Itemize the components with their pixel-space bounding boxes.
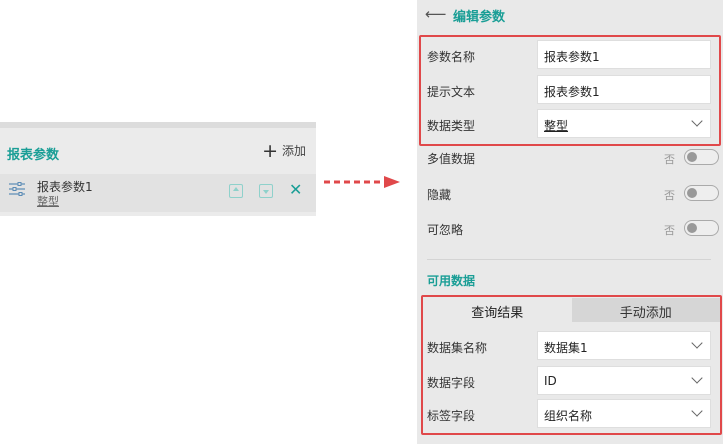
multi-value-toggle[interactable] [684,149,719,165]
multi-value-row: 多值数据 否 [427,148,719,168]
report-params-panel: 报表参数 + 添加 报表参数1 整型 ✕ [0,122,316,216]
plus-icon: + [262,139,278,162]
edit-panel-header: ⟵ 编辑参数 [417,0,723,30]
ignorable-label: 可忽略 [427,223,464,237]
data-field-value: ID [544,374,557,388]
move-down-icon[interactable] [259,184,273,198]
prompt-text-input[interactable]: 报表参数1 [537,75,711,104]
tab-manual-add[interactable]: 手动添加 [571,298,720,322]
chevron-down-icon [691,405,703,417]
label-field-label: 标签字段 [427,409,476,423]
prompt-text-label: 提示文本 [427,85,476,99]
ignorable-state: 否 [664,224,675,237]
hidden-row: 隐藏 否 [427,184,719,204]
chevron-down-icon [691,115,703,127]
available-data-title: 可用数据 [427,274,476,288]
hidden-label: 隐藏 [427,188,452,202]
data-type-label: 数据类型 [427,119,476,133]
multi-value-label: 多值数据 [427,152,476,166]
delete-icon[interactable]: ✕ [289,180,302,199]
data-field-row: 数据字段 ID [427,366,711,396]
tab-query-result[interactable]: 查询结果 [423,298,572,322]
dataset-row: 数据集名称 数据集1 [427,331,711,361]
add-param-button[interactable]: + 添加 [262,139,306,162]
label-field-select[interactable]: 组织名称 [537,399,711,428]
data-field-select[interactable]: ID [537,366,711,395]
data-type-row: 数据类型 整型 [427,109,711,139]
section-divider [427,259,711,260]
ignorable-row: 可忽略 否 [427,219,719,239]
panel-top-strip [0,122,316,128]
data-source-tabs: 查询结果 手动添加 [423,298,720,322]
dataset-select[interactable]: 数据集1 [537,331,711,360]
data-type-select[interactable]: 整型 [537,109,711,138]
report-params-title: 报表参数 [7,148,60,163]
hidden-toggle[interactable] [684,185,719,201]
dataset-label: 数据集名称 [427,341,488,355]
param-list-item[interactable]: 报表参数1 整型 ✕ [0,174,316,212]
move-up-icon[interactable] [229,184,243,198]
prompt-text-row: 提示文本 报表参数1 [427,75,711,105]
multi-value-state: 否 [664,153,675,166]
flow-arrow-icon [324,176,400,188]
label-field-value: 组织名称 [544,409,593,423]
data-type-value: 整型 [544,119,569,133]
param-type: 整型 [37,195,59,208]
param-settings-icon [9,182,25,196]
chevron-down-icon [691,372,703,384]
label-field-row: 标签字段 组织名称 [427,399,711,429]
edit-panel-title: 编辑参数 [453,10,506,25]
chevron-down-icon [691,337,703,349]
param-name-input[interactable]: 报表参数1 [537,40,711,69]
hidden-state: 否 [664,189,675,202]
param-name-row: 参数名称 报表参数1 [427,40,711,70]
add-param-label: 添加 [281,144,306,158]
data-field-label: 数据字段 [427,376,476,390]
edit-param-panel: ⟵ 编辑参数 参数名称 报表参数1 提示文本 报表参数1 数据类型 整型 多值数… [417,0,723,444]
param-name-label: 参数名称 [427,50,476,64]
dataset-value: 数据集1 [544,341,588,355]
ignorable-toggle[interactable] [684,220,719,236]
arrow-left-icon[interactable]: ⟵ [425,5,447,23]
